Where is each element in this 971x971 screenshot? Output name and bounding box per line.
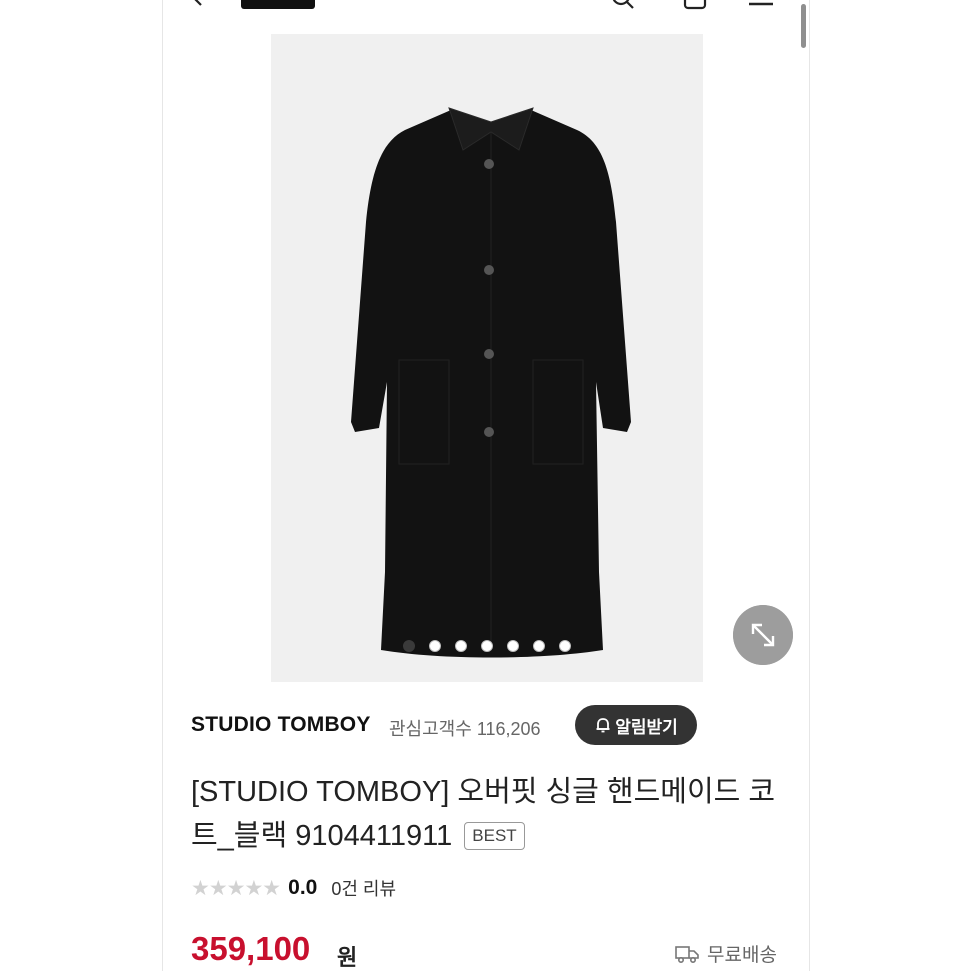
site-logo[interactable] xyxy=(241,0,315,9)
bell-plus-icon xyxy=(596,718,610,733)
rating-row[interactable]: ★★★★★ 0.0 0건 리뷰 xyxy=(191,873,396,903)
brand-name[interactable]: STUDIO TOMBOY xyxy=(191,713,371,737)
shopping-bag-icon[interactable] xyxy=(683,0,707,10)
gallery-pagination xyxy=(271,640,703,652)
price-row: 359,100 원 무료배송 xyxy=(191,930,791,971)
gallery-dot-4[interactable] xyxy=(481,640,493,652)
expand-image-button[interactable] xyxy=(733,605,793,665)
alarm-button-label: 알림받기 xyxy=(615,717,678,737)
search-icon[interactable] xyxy=(611,0,635,10)
product-title: [STUDIO TOMBOY] 오버핏 싱글 핸드메이드 코트_블랙 91044… xyxy=(191,770,791,858)
hamburger-menu-icon[interactable] xyxy=(747,0,775,8)
price-currency: 원 xyxy=(337,945,358,970)
review-count[interactable]: 0건 리뷰 xyxy=(331,875,396,901)
followers-info: 관심고객수 116,206 xyxy=(389,715,541,741)
product-image-gallery[interactable] xyxy=(271,34,703,682)
best-badge: BEST xyxy=(464,822,525,850)
shipping-info: 무료배송 xyxy=(675,940,777,967)
star-rating-icon: ★★★★★ xyxy=(191,876,281,900)
followers-count: 116,206 xyxy=(476,719,541,739)
gallery-dot-3[interactable] xyxy=(455,640,467,652)
gallery-dot-6[interactable] xyxy=(533,640,545,652)
product-image-coat xyxy=(351,107,631,658)
product-page: STUDIO TOMBOY 관심고객수 116,206 알림받기 [STUDIO… xyxy=(162,0,810,971)
gallery-dot-1[interactable] xyxy=(403,640,415,652)
gallery-dot-2[interactable] xyxy=(429,640,441,652)
truck-icon xyxy=(675,945,699,963)
shipping-label: 무료배송 xyxy=(707,945,777,966)
price-amount: 359,100 xyxy=(191,930,311,967)
gallery-dot-5[interactable] xyxy=(507,640,519,652)
scrollbar[interactable] xyxy=(801,4,806,48)
followers-label: 관심고객수 xyxy=(389,719,472,739)
rating-score: 0.0 xyxy=(288,876,318,899)
gallery-dot-7[interactable] xyxy=(559,640,571,652)
chevron-left-icon[interactable] xyxy=(187,0,209,8)
top-navigation xyxy=(163,0,809,12)
brand-row: STUDIO TOMBOY 관심고객수 116,206 알림받기 xyxy=(191,705,791,745)
alarm-subscribe-button[interactable]: 알림받기 xyxy=(575,705,697,745)
